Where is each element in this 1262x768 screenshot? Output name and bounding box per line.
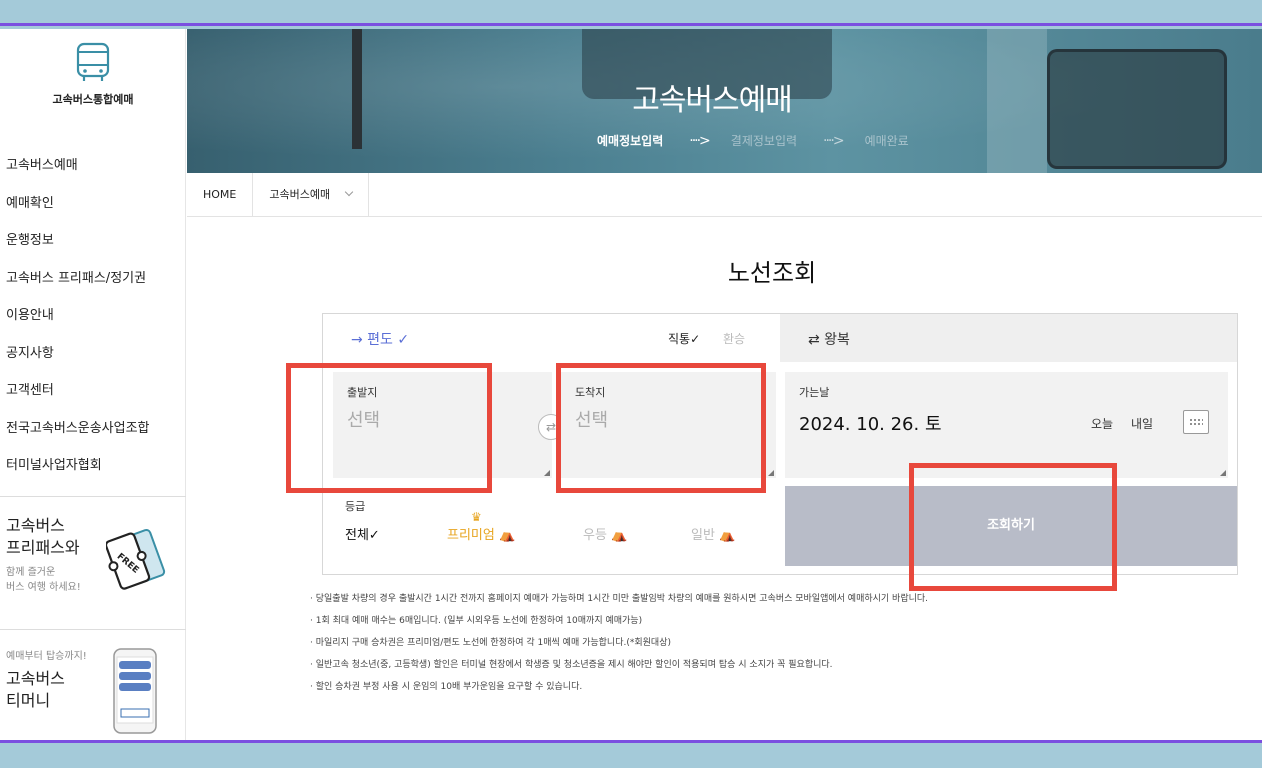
tab-roundtrip[interactable]: ⇄ 왕복 — [780, 314, 1237, 362]
sidebar-item-booking-check[interactable]: 예매확인 — [0, 195, 186, 233]
option-direct[interactable]: 직통✓ — [668, 330, 700, 347]
notice-list: 당일출발 차량의 경우 출발시간 1시간 전까지 홈페이지 예매가 가능하며 1… — [310, 588, 1210, 698]
tab-oneway[interactable]: → 편도 ✓ 직통✓ 환승 — [323, 314, 780, 362]
web-page: 고속버스통합예매 고속버스예매 예매확인 운행정보 고속버스 프리패스/정기권 … — [0, 29, 1262, 740]
corner-icon — [768, 470, 774, 476]
notice-item: 당일출발 차량의 경우 출발시간 1시간 전까지 홈페이지 예매가 가능하며 1… — [310, 588, 1210, 610]
sidebar-item-schedule-info[interactable]: 운행정보 — [0, 232, 186, 270]
highlight-departure — [286, 363, 492, 493]
tab-oneway-label: → 편도 ✓ — [351, 332, 410, 348]
calendar-icon[interactable] — [1183, 410, 1209, 434]
sidebar-item-bus-booking[interactable]: 고속버스예매 — [0, 157, 186, 195]
breadcrumb: HOME 고속버스예매 — [187, 172, 1262, 217]
window-frame-bottom — [0, 740, 1262, 768]
grade-deluxe-option[interactable]: 우등 ⛺ — [583, 524, 627, 543]
grade-standard-option[interactable]: 일반 ⛺ — [691, 524, 735, 543]
site-logo[interactable]: 고속버스통합예매 — [0, 41, 186, 107]
step-arrow-icon: ····> — [689, 132, 710, 149]
banner-title: 고속버스예매 — [632, 83, 793, 118]
date-value: 2024. 10. 26. 토 — [799, 414, 942, 435]
crown-icon: ♛ — [471, 510, 482, 524]
sidebar-item-freepass[interactable]: 고속버스 프리패스/정기권 — [0, 270, 186, 308]
trip-type-tabs: → 편도 ✓ 직통✓ 환승 ⇄ 왕복 — [323, 314, 1237, 362]
chevron-down-icon — [344, 187, 353, 196]
header-banner: 고속버스예매 예매정보입력 ····> 결제정보입력 ····> 예매완료 — [187, 29, 1262, 173]
notice-item: 할인 승차권 부정 사용 시 운임의 10배 부가운임을 요구할 수 있습니다. — [310, 676, 1210, 698]
option-transfer[interactable]: 환승 — [723, 330, 745, 347]
grade-label: 등급 — [345, 500, 366, 513]
corner-icon — [544, 470, 550, 476]
corner-icon — [1220, 470, 1226, 476]
sidebar-divider — [0, 629, 186, 630]
bus-icon — [76, 42, 110, 81]
sidebar-item-bus-union[interactable]: 전국고속버스운송사업조합 — [0, 420, 186, 458]
logo-text: 고속버스통합예매 — [52, 93, 134, 106]
highlight-arrival — [556, 363, 766, 493]
sidebar-nav: 고속버스예매 예매확인 운행정보 고속버스 프리패스/정기권 이용안내 공지사항… — [0, 157, 186, 495]
freepass-promo[interactable]: 고속버스 프리패스와 함께 즐거운 버스 여행 하세요! FREE — [6, 515, 182, 625]
date-label: 가는날 — [799, 386, 830, 399]
step-complete: 예매완료 — [864, 134, 909, 148]
tomorrow-button[interactable]: 내일 — [1131, 415, 1153, 432]
step-payment-info: 결제정보입력 — [730, 134, 798, 148]
notice-item: 마일리지 구매 승차권은 프리미엄/편도 노선에 한정하여 각 1매씩 예매 가… — [310, 632, 1210, 654]
sidebar-item-notices[interactable]: 공지사항 — [0, 345, 186, 383]
tab-roundtrip-label: ⇄ 왕복 — [808, 332, 850, 348]
step-booking-info: 예매정보입력 — [597, 134, 664, 148]
notice-item: 1회 최대 예매 매수는 6매입니다. (일부 시외우등 노선에 한정하여 10… — [310, 610, 1210, 632]
breadcrumb-home[interactable]: HOME — [187, 172, 254, 217]
booking-steps: 예매정보입력 ····> 결제정보입력 ····> 예매완료 — [597, 132, 909, 149]
tmoney-promo[interactable]: 예매부터 탑승까지! 고속버스 티머니 — [6, 648, 182, 739]
highlight-search — [909, 463, 1117, 591]
grade-premium-option[interactable]: 프리미엄 ⛺ — [447, 524, 515, 543]
sidebar: 고속버스통합예매 고속버스예매 예매확인 운행정보 고속버스 프리패스/정기권 … — [0, 29, 186, 740]
sidebar-item-usage-guide[interactable]: 이용안내 — [0, 307, 186, 345]
grade-all-option[interactable]: 전체✓ — [345, 524, 380, 543]
sidebar-item-customer-center[interactable]: 고객센터 — [0, 382, 186, 420]
notice-item: 일반고속 청소년(중, 고등학생) 할인은 터미널 현장에서 학생증 및 청소년… — [310, 654, 1210, 676]
window-frame-top — [0, 0, 1262, 26]
sidebar-item-terminal-association[interactable]: 터미널사업자협회 — [0, 457, 186, 495]
page-title: 노선조회 — [727, 259, 817, 287]
breadcrumb-current-label: 고속버스예매 — [269, 187, 331, 201]
free-pass-ticket-icon: FREE — [106, 528, 166, 590]
smartphone-app-icon — [113, 648, 157, 734]
breadcrumb-current[interactable]: 고속버스예매 — [253, 172, 369, 217]
sidebar-divider — [0, 496, 186, 497]
step-arrow-icon: ····> — [823, 132, 844, 149]
today-button[interactable]: 오늘 — [1091, 415, 1113, 432]
